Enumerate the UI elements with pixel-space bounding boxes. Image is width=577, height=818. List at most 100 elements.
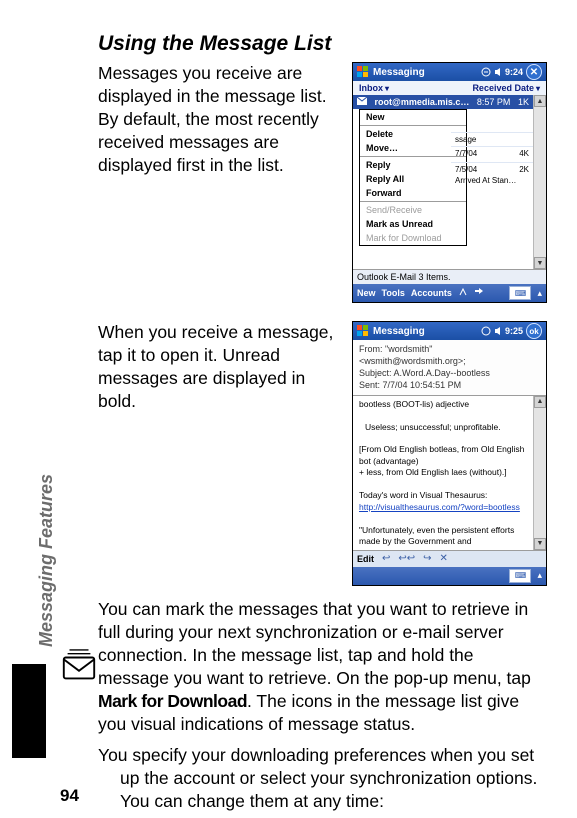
device2-titlebar: Messaging 9:25 ok bbox=[353, 322, 546, 340]
selected-time: 8:57 PM bbox=[477, 97, 511, 107]
device2-title: Messaging bbox=[373, 326, 477, 337]
speaker-icon bbox=[494, 326, 502, 336]
side-section-label: Messaging Features bbox=[36, 474, 57, 647]
services-icon[interactable] bbox=[458, 287, 468, 299]
connectivity-icon bbox=[481, 326, 491, 336]
peek-row-1[interactable]: 7/7/04 4K bbox=[451, 146, 533, 160]
subject-value: A.Word.A.Day--bootless bbox=[394, 368, 490, 378]
device1-list-header: Inbox▾ Received Date▾ bbox=[353, 81, 546, 95]
scroll-down-icon[interactable]: ▼ bbox=[534, 257, 546, 269]
edit-toolbar: Edit ↩ ↩↩ ↪ ✕ bbox=[353, 550, 546, 567]
envelope-icon bbox=[357, 97, 367, 107]
sip-arrow-icon[interactable]: ▴ bbox=[537, 570, 542, 581]
ui-term-mark-for-download: Mark for Download bbox=[98, 691, 247, 711]
send-receive-icon[interactable] bbox=[474, 287, 484, 299]
device2-clock: 9:25 bbox=[505, 326, 523, 336]
paragraph-1: Messages you receive are displayed in th… bbox=[98, 62, 334, 177]
keyboard-icon[interactable]: ⌨ bbox=[509, 286, 531, 300]
peek-row-0: ssage bbox=[451, 132, 533, 146]
menu-forward[interactable]: Forward bbox=[360, 186, 466, 200]
speaker-icon bbox=[494, 67, 502, 77]
ok-button[interactable]: ok bbox=[526, 323, 542, 339]
device1-body: root@mmedia.mis.c… 8:57 PM 1K New Delete… bbox=[353, 95, 546, 269]
paragraph-3: You can mark the messages that you want … bbox=[98, 598, 547, 737]
body-line: [From Old English botleas, from Old Engl… bbox=[359, 444, 527, 467]
peek-date: 7/5/04 bbox=[455, 165, 477, 174]
scroll-down-icon[interactable]: ▼ bbox=[534, 538, 546, 550]
from-label: From: bbox=[359, 344, 383, 354]
vertical-scrollbar[interactable]: ▲ ▼ bbox=[533, 396, 546, 550]
delete-icon[interactable]: ✕ bbox=[440, 553, 448, 564]
section-heading: Using the Message List bbox=[98, 32, 547, 56]
note-envelope-icon bbox=[60, 648, 98, 686]
scroll-up-icon[interactable]: ▲ bbox=[534, 95, 546, 107]
menu-mark-download: Mark for Download bbox=[360, 231, 466, 245]
menu-divider bbox=[360, 201, 466, 202]
subject-label: Subject: bbox=[359, 368, 392, 378]
menu-mark-unread[interactable]: Mark as Unread bbox=[360, 217, 466, 231]
para4-text: You specify your downloading preferences… bbox=[98, 744, 547, 813]
thumb-tab bbox=[12, 664, 46, 758]
message-body[interactable]: bootless (BOOT-lis) adjective Useless; u… bbox=[353, 396, 533, 550]
device1-tray: 9:24 ✕ bbox=[481, 64, 542, 80]
body-line: "Unfortunately, even the persistent effo… bbox=[359, 525, 527, 548]
para3-part-a: You can mark the messages that you want … bbox=[98, 599, 531, 688]
edit-menu[interactable]: Edit bbox=[357, 554, 374, 564]
device2-tray: 9:25 ok bbox=[481, 323, 542, 339]
close-icon[interactable]: ✕ bbox=[526, 64, 542, 80]
sent-value: 7/7/04 10:54:51 PM bbox=[383, 380, 462, 390]
menubar-tools[interactable]: Tools bbox=[382, 288, 405, 298]
menu-sendreceive: Send/Receive bbox=[360, 203, 466, 217]
body-line: bootless (BOOT-lis) adjective bbox=[359, 399, 527, 410]
sort-dropdown[interactable]: Received Date▾ bbox=[472, 83, 540, 93]
scroll-up-icon[interactable]: ▲ bbox=[534, 396, 546, 408]
menubar-new[interactable]: New bbox=[357, 288, 376, 298]
body-link[interactable]: http://visualthesaurus.com/?word=bootles… bbox=[359, 502, 527, 513]
sent-label: Sent: bbox=[359, 380, 380, 390]
body-line: Today's word in Visual Thesaurus: bbox=[359, 490, 527, 501]
page-number: 94 bbox=[60, 786, 79, 806]
menubar-accounts[interactable]: Accounts bbox=[411, 288, 452, 298]
selected-address: root@mmedia.mis.c… bbox=[375, 97, 470, 107]
forward-icon[interactable]: ↪ bbox=[423, 553, 431, 564]
menu-new[interactable]: New bbox=[360, 110, 466, 124]
body-line: + less, from Old English laes (without).… bbox=[359, 467, 527, 478]
reply-icon[interactable]: ↩ bbox=[382, 553, 390, 564]
device1-title: Messaging bbox=[373, 67, 477, 78]
device-screenshot-1: Messaging 9:24 ✕ Inbox▾ Received Date▾ bbox=[352, 62, 547, 303]
peek-column: ssage 7/7/04 4K 7/5/04 2K bbox=[451, 132, 533, 187]
peek-row-3[interactable]: 7/5/04 2K bbox=[451, 162, 533, 176]
keyboard-icon[interactable]: ⌨ bbox=[509, 569, 531, 583]
device1-titlebar: Messaging 9:24 ✕ bbox=[353, 63, 546, 81]
device1-main: root@mmedia.mis.c… 8:57 PM 1K New Delete… bbox=[353, 95, 533, 269]
connectivity-icon bbox=[481, 67, 491, 77]
message-header: From: "wordsmith" <wsmith@wordsmith.org>… bbox=[353, 340, 546, 396]
sip-arrow-icon[interactable]: ▴ bbox=[537, 288, 542, 299]
inbox-dropdown[interactable]: Inbox▾ bbox=[359, 83, 389, 93]
windows-start-icon[interactable] bbox=[357, 325, 369, 337]
device2-menubar: ⌨ ▴ bbox=[353, 567, 546, 585]
body-line: Useless; unsuccessful; unprofitable. bbox=[365, 422, 527, 433]
peek-subject-fragment: ssage bbox=[455, 135, 476, 144]
selected-size: 1K bbox=[518, 97, 529, 107]
paragraph-4: You specify your downloading preferences… bbox=[98, 744, 547, 813]
vertical-scrollbar[interactable]: ▲ ▼ bbox=[533, 95, 546, 269]
peek-date: 7/7/04 bbox=[455, 149, 477, 158]
peek-size: 4K bbox=[519, 149, 529, 158]
peek-row-3-sub: Arrived At Stan… bbox=[451, 176, 533, 187]
reply-all-icon[interactable]: ↩↩ bbox=[398, 553, 415, 564]
selected-message-row[interactable]: root@mmedia.mis.c… 8:57 PM 1K bbox=[353, 95, 533, 109]
menu-divider bbox=[360, 125, 466, 126]
peek-size: 2K bbox=[519, 165, 529, 174]
device1-statusbar: Outlook E-Mail 3 Items. bbox=[353, 269, 546, 284]
message-body-wrap: bootless (BOOT-lis) adjective Useless; u… bbox=[353, 396, 546, 550]
paragraph-2: When you receive a message, tap it to op… bbox=[98, 321, 334, 413]
device-screenshot-2: Messaging 9:25 ok From: "wordsmith" <wsm… bbox=[352, 321, 547, 586]
manual-page: Using the Message List Messages you rece… bbox=[0, 0, 577, 818]
windows-start-icon[interactable] bbox=[357, 66, 369, 78]
device1-menubar: New Tools Accounts ⌨ ▴ bbox=[353, 284, 546, 302]
row-1: Messages you receive are displayed in th… bbox=[98, 62, 547, 303]
peek-subject: Arrived At Stan… bbox=[455, 176, 516, 185]
device1-clock: 9:24 bbox=[505, 67, 523, 77]
row-2: When you receive a message, tap it to op… bbox=[98, 321, 547, 586]
